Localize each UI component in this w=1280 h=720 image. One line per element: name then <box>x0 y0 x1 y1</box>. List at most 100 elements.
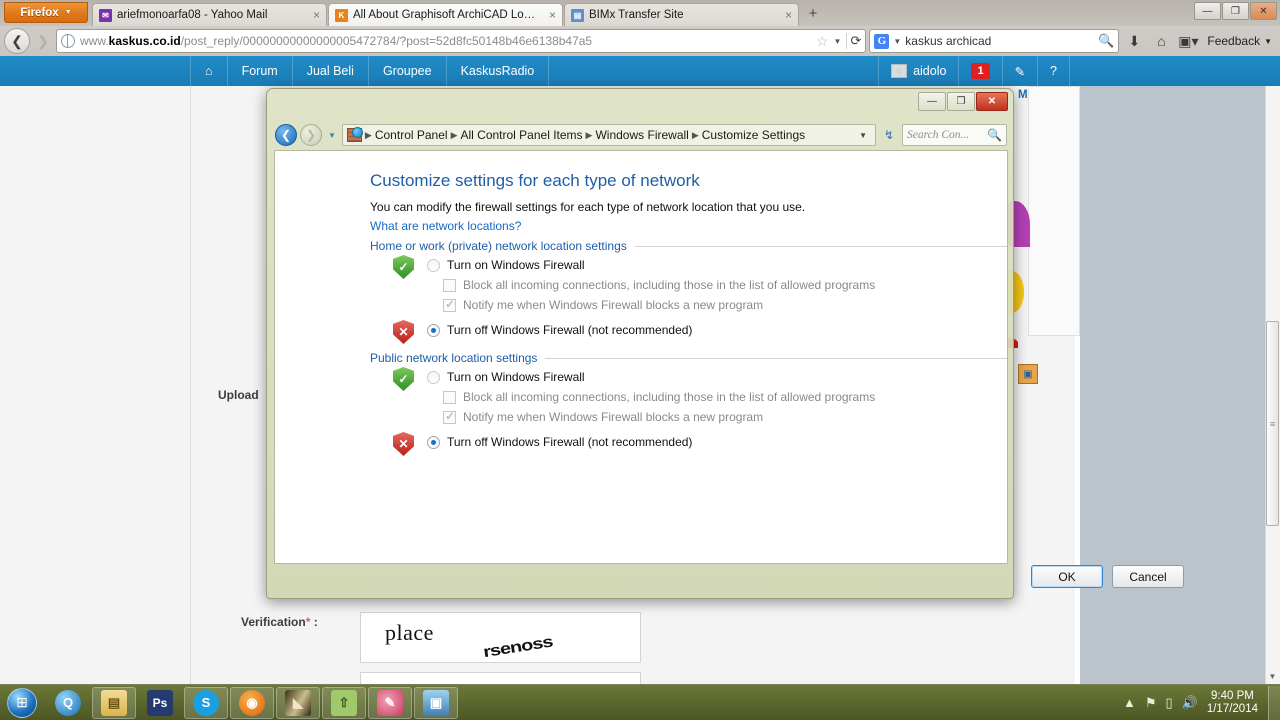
taskbar-item-paint[interactable]: ✎ <box>368 686 412 719</box>
firefox-menu-button[interactable]: Firefox ▼ <box>4 2 88 23</box>
nav-groupee[interactable]: Groupee <box>369 56 447 86</box>
forward-arrow-icon[interactable]: ❯ <box>300 124 322 146</box>
search-bar[interactable]: G ▼ kaskus archicad 🔍 <box>869 29 1120 53</box>
battery-icon[interactable]: ▯ <box>1165 695 1172 711</box>
feedback-button[interactable]: Feedback ▼ <box>1203 34 1276 48</box>
network-locations-link[interactable]: What are network locations? <box>370 219 521 233</box>
show-hidden-icons[interactable]: ▲ <box>1123 695 1136 710</box>
start-button[interactable]: ⊞ <box>0 686 44 720</box>
maximize-button[interactable]: ❐ <box>947 92 975 111</box>
windows-firewall-window[interactable]: — ❐ ✕ ❮ ❯ ▼ ▶ Control Panel ▶ All Contro… <box>266 88 1184 599</box>
chevron-down-icon[interactable]: ▼ <box>893 37 901 46</box>
back-arrow-icon[interactable]: ❮ <box>275 124 297 146</box>
page-scrollbar[interactable]: ≡ ▼ <box>1265 86 1280 684</box>
taskbar-item-skype[interactable]: S <box>184 686 228 719</box>
nav-home[interactable]: ⌂ <box>190 56 228 86</box>
label-turn-on-private: Turn on Windows Firewall <box>447 258 585 272</box>
bookmark-star-icon[interactable]: ☆ <box>816 33 829 50</box>
user-menu[interactable]: ◌ aidolo <box>878 56 958 86</box>
scroll-down-icon[interactable]: ▼ <box>1266 670 1279 683</box>
label-notify-private: Notify me when Windows Firewall blocks a… <box>463 298 764 312</box>
close-button[interactable]: ✕ <box>976 92 1008 111</box>
tab-strip: Firefox ▼ ✉ ariefmonoarfa08 - Yahoo Mail… <box>0 0 1280 26</box>
taskbar-item-file-explorer[interactable]: ▤ <box>92 686 136 719</box>
dialog-search-box[interactable]: Search Con... 🔍 <box>902 124 1007 146</box>
close-icon[interactable]: × <box>780 8 792 22</box>
checkbox-block-all-public[interactable] <box>443 391 456 404</box>
taskbar-item-control-panel[interactable]: ▣ <box>414 686 458 719</box>
checkbox-block-all-private[interactable] <box>443 279 456 292</box>
control-panel-icon: ▣ <box>423 689 449 716</box>
breadcrumb-separator: ▶ <box>691 129 699 140</box>
taskbar-item-bimx-uploader[interactable]: ⇧ <box>322 686 366 719</box>
divider <box>634 245 1007 247</box>
close-icon[interactable]: × <box>544 8 556 22</box>
breadcrumb-separator: ▶ <box>364 129 372 140</box>
bookmarks-icon[interactable]: ▣▾ <box>1176 28 1200 54</box>
ok-button[interactable]: OK <box>1031 565 1103 588</box>
firefox-icon: ◉ <box>239 689 265 716</box>
required-mark: * <box>305 615 311 629</box>
new-tab-button[interactable]: + <box>802 6 824 24</box>
taskbar-item-quicktime[interactable]: Q <box>46 687 90 719</box>
dialog-title-bar[interactable]: — ❐ ✕ <box>267 89 1015 121</box>
breadcrumb-control-panel[interactable]: Control Panel <box>375 128 448 142</box>
taskbar-item-photoshop[interactable]: Ps <box>138 687 182 719</box>
maximize-button[interactable]: ❐ <box>1222 2 1249 20</box>
taskbar-item-archicad[interactable]: ◣ <box>276 686 320 719</box>
radio-turn-on-public[interactable] <box>427 371 440 384</box>
captcha-answer-input[interactable] <box>360 672 641 684</box>
cancel-button[interactable]: Cancel <box>1112 565 1184 588</box>
quicktime-icon: Q <box>55 689 81 716</box>
magnifier-icon[interactable]: 🔍 <box>987 128 1002 142</box>
close-icon[interactable]: × <box>308 8 320 22</box>
minimize-button[interactable]: — <box>1194 2 1221 20</box>
breadcrumb-windows-firewall[interactable]: Windows Firewall <box>595 128 688 142</box>
compose-button[interactable]: ✎ <box>1001 56 1037 86</box>
close-button[interactable]: ✕ <box>1250 2 1277 20</box>
browser-tab-yahoo-mail[interactable]: ✉ ariefmonoarfa08 - Yahoo Mail × <box>92 3 327 26</box>
breadcrumb-customize-settings[interactable]: Customize Settings <box>702 128 805 142</box>
checkbox-notify-private[interactable] <box>443 297 456 312</box>
nav-kaskusradio[interactable]: KaskusRadio <box>447 56 550 86</box>
checkbox-notify-public[interactable] <box>443 409 456 424</box>
search-icon[interactable]: 🔍 <box>1098 33 1114 49</box>
nav-jual-beli[interactable]: Jual Beli <box>293 56 369 86</box>
scrollbar-thumb[interactable]: ≡ <box>1266 321 1279 526</box>
minimize-button[interactable]: — <box>918 92 946 111</box>
browser-tab-archicad[interactable]: K All About Graphisoft ArchiCAD Lover...… <box>328 3 563 26</box>
back-arrow-icon[interactable]: ❮ <box>4 28 30 54</box>
radio-turn-off-private[interactable] <box>427 324 440 337</box>
browser-tab-bimx[interactable]: ▤ BIMx Transfer Site × <box>564 3 799 26</box>
notifications-button[interactable]: 1 <box>958 56 1001 86</box>
reload-icon[interactable]: ⟳ <box>846 33 861 49</box>
address-bar[interactable]: www.kaskus.co.id/post_reply/000000000000… <box>56 29 867 53</box>
help-button[interactable]: ? <box>1037 56 1070 86</box>
network-flag-icon[interactable]: ⚑ <box>1145 695 1157 711</box>
chevron-down-icon[interactable]: ▼ <box>855 131 871 140</box>
downloads-icon[interactable]: ⬇ <box>1122 28 1146 54</box>
file-explorer-icon: ▤ <box>101 689 127 716</box>
attachment-icon: ▣ <box>1018 364 1038 384</box>
nav-forum[interactable]: Forum <box>228 56 293 86</box>
radio-turn-on-private[interactable] <box>427 259 440 272</box>
search-input[interactable]: kaskus archicad <box>905 34 1094 48</box>
refresh-icon[interactable]: ↯ <box>879 124 899 146</box>
label-turn-off-private: Turn off Windows Firewall (not recommend… <box>447 323 693 337</box>
taskbar-item-firefox[interactable]: ◉ <box>230 686 274 719</box>
radio-turn-off-public[interactable] <box>427 436 440 449</box>
breadcrumb[interactable]: ▶ Control Panel ▶ All Control Panel Item… <box>341 124 876 146</box>
history-dropdown-icon[interactable]: ▼ <box>325 131 339 140</box>
breadcrumb-all-items[interactable]: All Control Panel Items <box>460 128 582 142</box>
clock[interactable]: 9:40 PM 1/17/2014 <box>1207 690 1258 716</box>
volume-icon[interactable]: 🔊 <box>1182 695 1198 711</box>
show-desktop-button[interactable] <box>1268 685 1280 720</box>
chevron-down-icon[interactable]: ▼ <box>834 37 842 46</box>
chevron-down-icon: ▼ <box>64 9 72 16</box>
red-shield-x-icon: ✕ <box>393 320 414 344</box>
home-icon[interactable]: ⌂ <box>1149 28 1173 54</box>
kaskus-user-area: ◌ aidolo 1 ✎ ? <box>878 56 1070 86</box>
forward-arrow-icon[interactable]: ❯ <box>33 28 53 54</box>
window-controls: — ❐ ✕ <box>1194 2 1277 20</box>
section-header-public: Public network location settings <box>370 351 1007 365</box>
